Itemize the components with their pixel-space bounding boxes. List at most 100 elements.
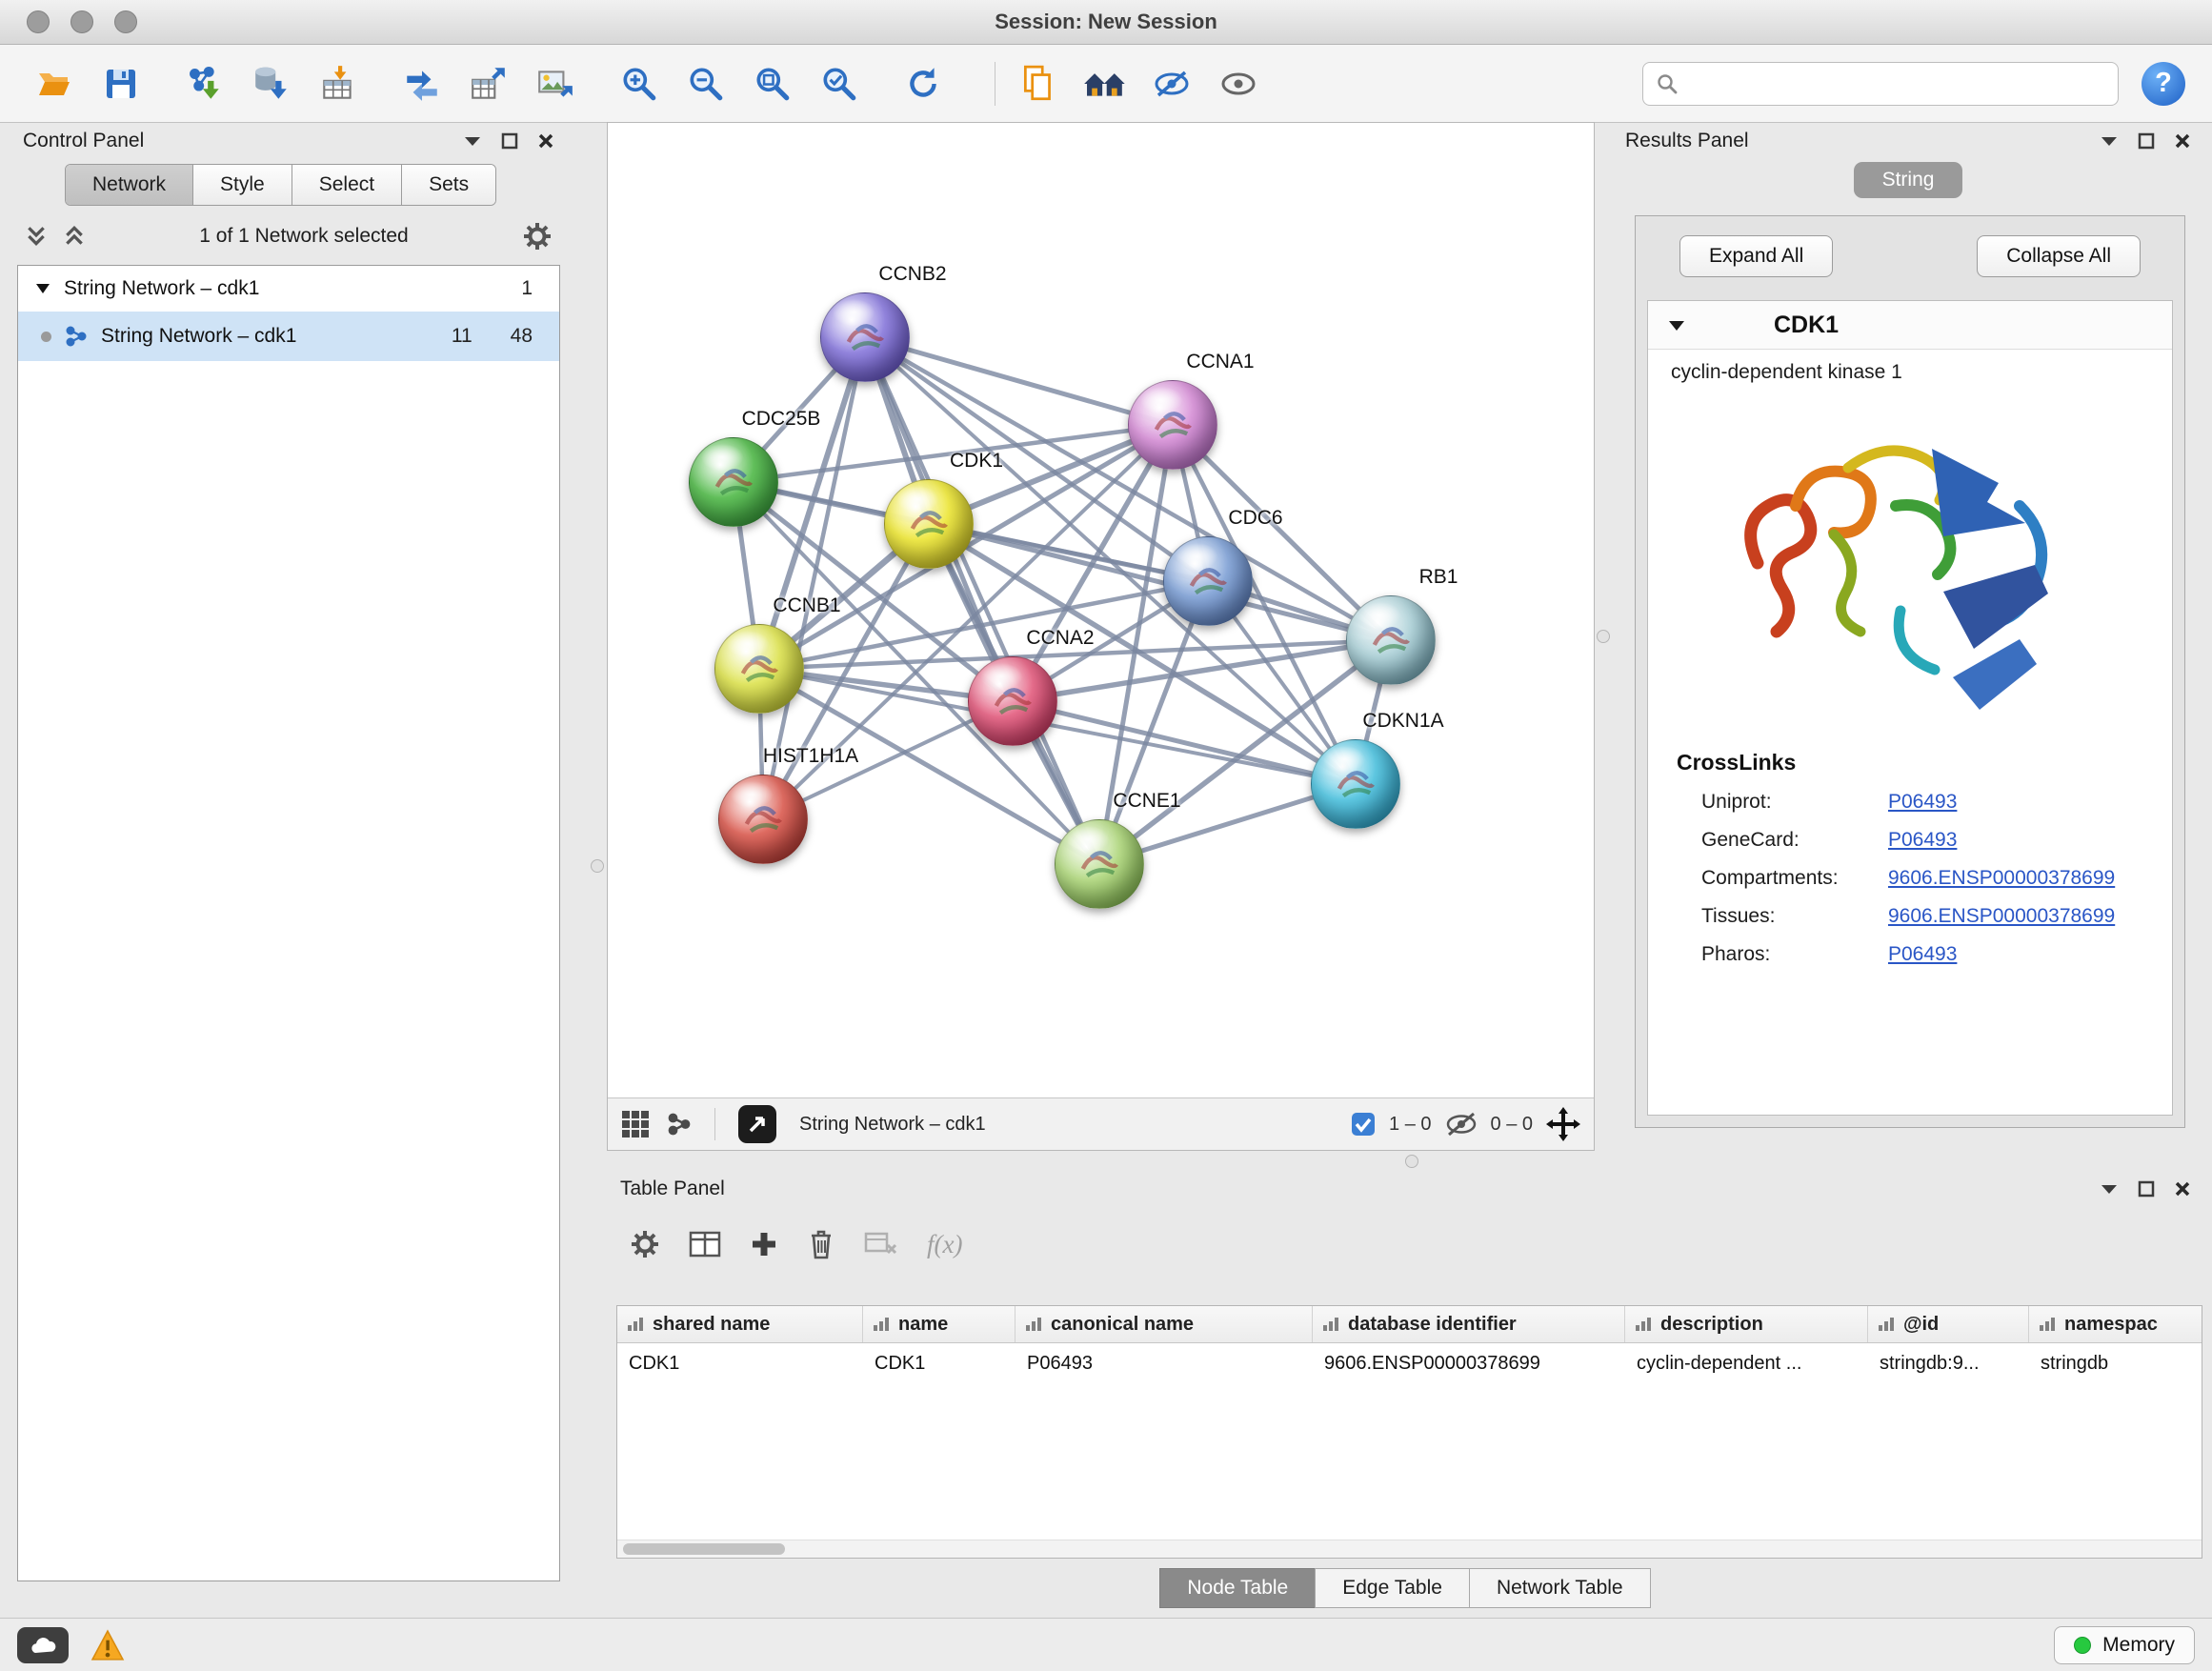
tab-node-table[interactable]: Node Table <box>1159 1568 1316 1608</box>
network-edge[interactable] <box>759 337 865 669</box>
network-edge[interactable] <box>865 337 1099 864</box>
results-panel-close-icon[interactable] <box>2174 132 2191 150</box>
network-node[interactable] <box>1055 819 1144 909</box>
import-network-file-button[interactable] <box>177 56 232 111</box>
table-cell[interactable]: stringdb:9... <box>1868 1343 2029 1383</box>
column-header[interactable]: shared name <box>617 1306 863 1342</box>
zoom-selected-button[interactable] <box>812 56 867 111</box>
table-cell[interactable]: P06493 <box>1016 1343 1313 1383</box>
expand-all-button[interactable]: Expand All <box>1679 235 1833 277</box>
network-glyph-icon[interactable] <box>667 1112 692 1137</box>
pan-crosshair-icon[interactable] <box>1546 1107 1580 1141</box>
refresh-button[interactable] <box>895 56 951 111</box>
show-graphics-details-button[interactable] <box>1211 56 1266 111</box>
panel-splitter-handle[interactable] <box>1597 630 1610 643</box>
expand-all-networks-icon[interactable] <box>25 225 48 248</box>
network-node[interactable] <box>1128 380 1217 470</box>
column-header[interactable]: canonical name <box>1016 1306 1313 1342</box>
network-node[interactable] <box>714 624 804 714</box>
crosslink-link[interactable]: P06493 <box>1888 829 1957 852</box>
zoom-in-button[interactable] <box>612 56 667 111</box>
annotations-button[interactable] <box>1011 56 1066 111</box>
search-input[interactable] <box>1687 71 2104 95</box>
panel-splitter-handle[interactable] <box>591 859 604 873</box>
memory-button[interactable]: Memory <box>2054 1626 2195 1664</box>
crosslink-link[interactable]: 9606.ENSP00000378699 <box>1888 867 2115 890</box>
column-header[interactable]: name <box>863 1306 1016 1342</box>
column-header[interactable]: description <box>1625 1306 1868 1342</box>
create-column-plus-icon[interactable] <box>750 1230 778 1258</box>
birds-eye-view-button[interactable] <box>738 1105 776 1143</box>
warning-icon[interactable] <box>90 1629 126 1661</box>
string-results-tab[interactable]: String <box>1854 162 1963 198</box>
gene-header-row[interactable]: CDK1 <box>1648 301 2172 350</box>
network-node[interactable] <box>718 775 808 864</box>
crosslink-link[interactable]: P06493 <box>1888 791 1957 814</box>
network-node[interactable] <box>968 656 1057 746</box>
zoom-fit-button[interactable] <box>745 56 800 111</box>
network-node[interactable] <box>820 292 910 382</box>
tab-sets[interactable]: Sets <box>402 165 495 205</box>
network-node[interactable] <box>884 479 974 569</box>
network-node[interactable] <box>1163 536 1253 626</box>
tab-network[interactable]: Network <box>66 165 193 205</box>
import-table-file-button[interactable] <box>311 56 366 111</box>
tab-network-table[interactable]: Network Table <box>1469 1568 1651 1608</box>
help-button[interactable]: ? <box>2142 62 2185 106</box>
results-panel-float-icon[interactable] <box>2138 132 2155 150</box>
tab-edge-table[interactable]: Edge Table <box>1315 1568 1470 1608</box>
network-node[interactable] <box>1311 739 1400 829</box>
network-row[interactable]: String Network – cdk1 11 48 <box>18 312 559 361</box>
panel-splitter-handle[interactable] <box>1405 1155 1418 1168</box>
selected-nodes-checkbox-icon[interactable] <box>1351 1112 1376 1137</box>
table-cell[interactable]: CDK1 <box>617 1343 863 1383</box>
cloud-button[interactable] <box>17 1627 69 1663</box>
horizontal-scrollbar[interactable] <box>617 1540 2202 1558</box>
hidden-eye-slash-icon[interactable] <box>1445 1112 1478 1137</box>
grid-view-icon[interactable] <box>621 1110 650 1138</box>
delete-column-trash-icon[interactable] <box>807 1228 835 1260</box>
table-panel-menu-icon[interactable] <box>2100 1183 2119 1195</box>
table-panel-close-icon[interactable] <box>2174 1180 2191 1198</box>
crosslink-link[interactable]: 9606.ENSP00000378699 <box>1888 905 2115 928</box>
tab-style[interactable]: Style <box>193 165 292 205</box>
table-cell[interactable]: stringdb <box>2029 1343 2202 1383</box>
scrollbar-thumb[interactable] <box>623 1543 785 1555</box>
save-session-button[interactable] <box>93 56 149 111</box>
tab-select[interactable]: Select <box>292 165 402 205</box>
collection-expand-triangle-icon[interactable] <box>35 283 50 294</box>
collapse-all-button[interactable]: Collapse All <box>1977 235 2141 277</box>
control-panel-close-icon[interactable] <box>537 132 554 150</box>
table-row[interactable]: CDK1 CDK1 P06493 9606.ENSP00000378699 cy… <box>617 1343 2202 1383</box>
network-options-gear-icon[interactable] <box>522 221 553 252</box>
table-cell[interactable]: 9606.ENSP00000378699 <box>1313 1343 1625 1383</box>
column-header[interactable]: @id <box>1868 1306 2029 1342</box>
crosslink-link[interactable]: P06493 <box>1888 943 1957 966</box>
column-header[interactable]: namespac <box>2029 1306 2202 1342</box>
network-node[interactable] <box>689 437 778 527</box>
gene-collapse-triangle-icon[interactable] <box>1667 319 1686 332</box>
zoom-out-button[interactable] <box>678 56 734 111</box>
results-panel-menu-icon[interactable] <box>2100 135 2119 147</box>
window-maximize-button[interactable] <box>114 10 137 33</box>
network-node[interactable] <box>1346 595 1436 685</box>
table-cell[interactable]: cyclin-dependent ... <box>1625 1343 1868 1383</box>
window-minimize-button[interactable] <box>70 10 93 33</box>
control-panel-float-icon[interactable] <box>501 132 518 150</box>
open-session-button[interactable] <box>27 56 82 111</box>
collapse-all-networks-icon[interactable] <box>63 225 86 248</box>
home-button[interactable] <box>1077 56 1133 111</box>
table-cell[interactable]: CDK1 <box>863 1343 1016 1383</box>
column-header[interactable]: database identifier <box>1313 1306 1625 1342</box>
clone-network-button[interactable] <box>394 56 450 111</box>
table-panel-float-icon[interactable] <box>2138 1180 2155 1198</box>
import-network-database-button[interactable] <box>244 56 299 111</box>
hide-selected-button[interactable] <box>1144 56 1199 111</box>
show-columns-icon[interactable] <box>689 1230 721 1258</box>
export-table-button[interactable] <box>461 56 516 111</box>
export-image-button[interactable] <box>528 56 583 111</box>
network-canvas[interactable]: CCNB2CCNA1CDC25BCDK1CDC6RB1CCNB1CCNA2CDK… <box>608 123 1594 1098</box>
window-close-button[interactable] <box>27 10 50 33</box>
network-collection-row[interactable]: String Network – cdk1 1 <box>18 266 559 312</box>
control-panel-menu-icon[interactable] <box>463 135 482 147</box>
